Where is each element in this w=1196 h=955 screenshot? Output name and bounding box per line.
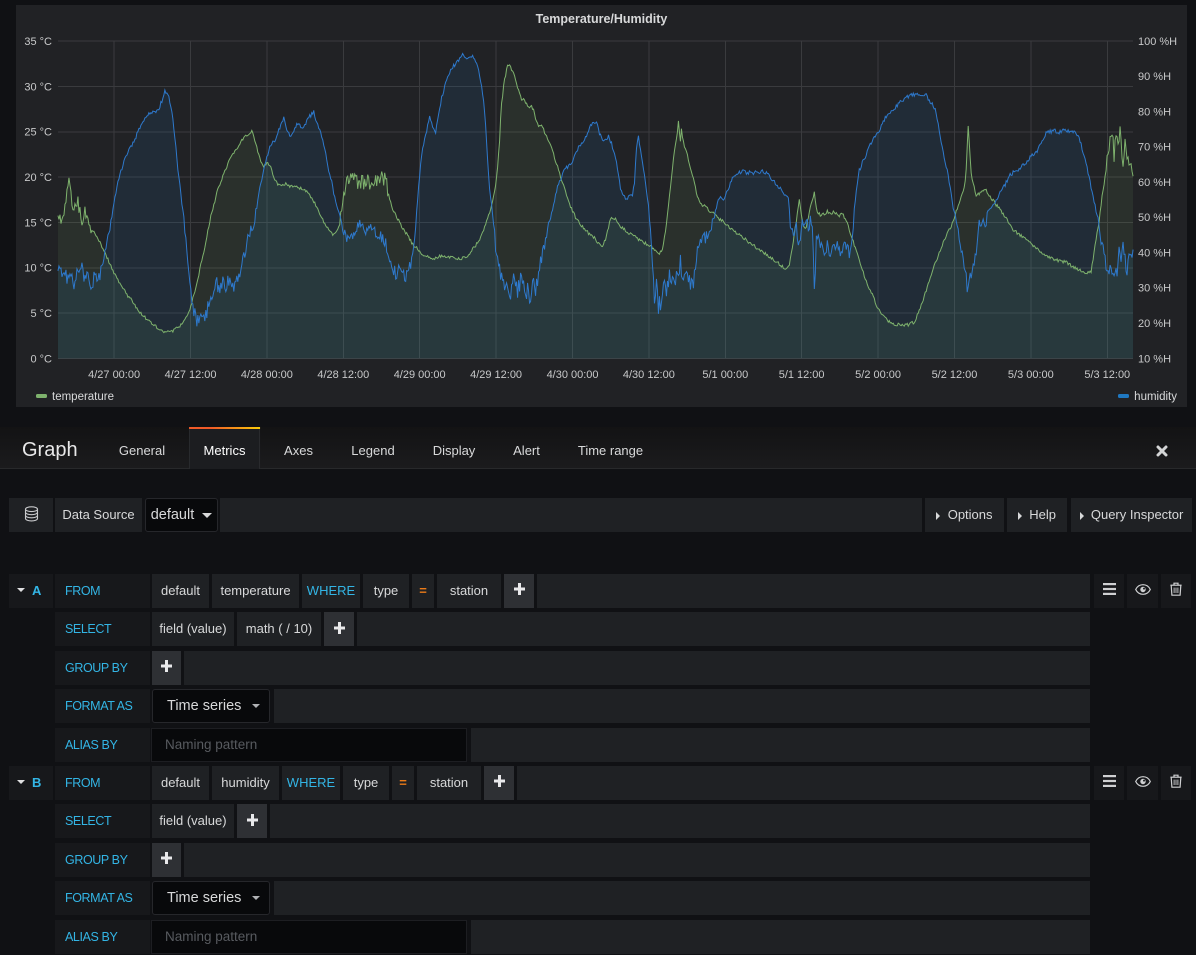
svg-text:5/1 00:00: 5/1 00:00: [702, 369, 748, 381]
svg-text:4/29 00:00: 4/29 00:00: [394, 369, 446, 381]
svg-text:90 %H: 90 %H: [1138, 71, 1171, 83]
svg-text:4/30 12:00: 4/30 12:00: [623, 369, 675, 381]
svg-text:20 %H: 20 %H: [1138, 318, 1171, 330]
svg-text:80 %H: 80 %H: [1138, 106, 1171, 118]
svg-text:5 °C: 5 °C: [30, 308, 52, 320]
svg-text:10 %H: 10 %H: [1138, 353, 1171, 365]
svg-text:0 °C: 0 °C: [30, 353, 52, 365]
svg-text:50 %H: 50 %H: [1138, 212, 1171, 224]
svg-text:5/3 00:00: 5/3 00:00: [1008, 369, 1054, 381]
svg-text:40 %H: 40 %H: [1138, 247, 1171, 259]
svg-text:5/2 12:00: 5/2 12:00: [932, 369, 978, 381]
svg-text:4/27 00:00: 4/27 00:00: [88, 369, 140, 381]
svg-text:20 °C: 20 °C: [24, 172, 52, 184]
svg-text:5/3 12:00: 5/3 12:00: [1084, 369, 1130, 381]
svg-text:30 °C: 30 °C: [24, 81, 52, 93]
svg-text:10 °C: 10 °C: [24, 263, 52, 275]
svg-text:30 %H: 30 %H: [1138, 283, 1171, 295]
svg-text:4/27 12:00: 4/27 12:00: [165, 369, 217, 381]
svg-text:25 °C: 25 °C: [24, 127, 52, 139]
svg-text:4/28 12:00: 4/28 12:00: [317, 369, 369, 381]
svg-text:70 %H: 70 %H: [1138, 142, 1171, 154]
svg-text:15 °C: 15 °C: [24, 217, 52, 229]
svg-text:5/2 00:00: 5/2 00:00: [855, 369, 901, 381]
svg-text:35 °C: 35 °C: [24, 36, 52, 48]
svg-text:100 %H: 100 %H: [1138, 36, 1177, 48]
svg-text:5/1 12:00: 5/1 12:00: [779, 369, 825, 381]
svg-text:60 %H: 60 %H: [1138, 177, 1171, 189]
svg-text:4/28 00:00: 4/28 00:00: [241, 369, 293, 381]
svg-text:4/30 00:00: 4/30 00:00: [547, 369, 599, 381]
svg-text:4/29 12:00: 4/29 12:00: [470, 369, 522, 381]
